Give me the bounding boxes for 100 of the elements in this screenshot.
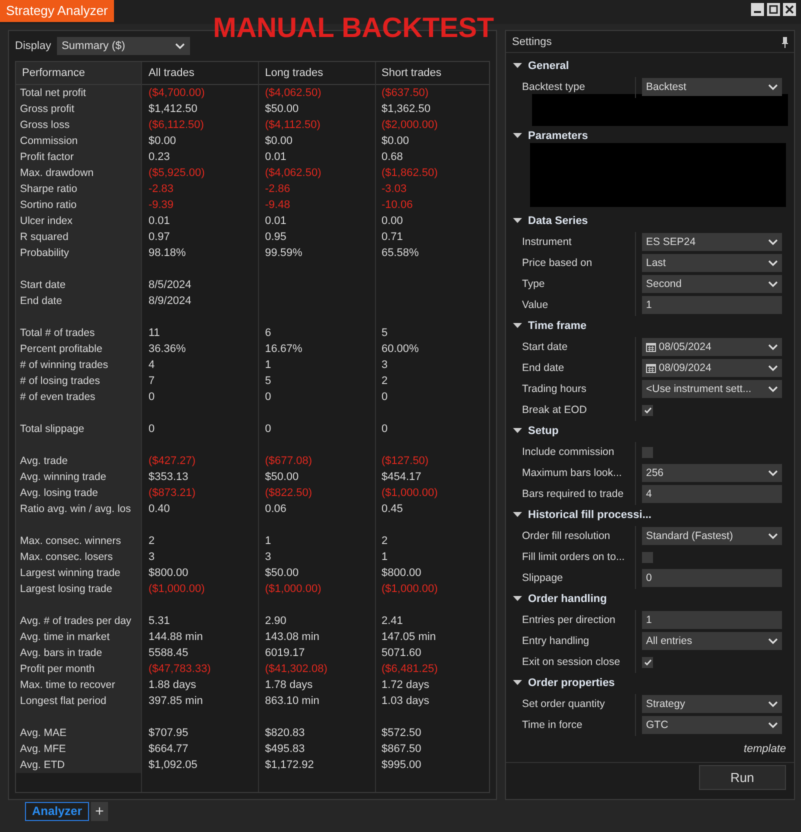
column-header[interactable]: Long trades (258, 62, 374, 84)
table-cell-text: $800.00 (380, 566, 422, 580)
table-cell-text: 2 (147, 534, 156, 548)
table-cell-text: 8/9/2024 (147, 294, 192, 308)
table-cell-text: ($6,481.25) (380, 662, 439, 676)
chevron-icon (768, 84, 778, 91)
dropdown-field[interactable]: GTC (642, 716, 782, 734)
property-label: Fill limit orders on to... (506, 546, 636, 568)
row-label: # of winning trades (19, 358, 110, 372)
column-header[interactable]: All trades (142, 62, 258, 84)
category-header[interactable]: Historical fill processi... (528, 504, 652, 526)
checkbox[interactable] (642, 656, 653, 668)
row-label: Total slippage (19, 422, 86, 436)
maximize-icon[interactable] (766, 2, 780, 16)
pin-icon[interactable] (782, 36, 788, 48)
tab[interactable]: Analyzer (25, 802, 90, 821)
table-cell-text: 0.01 (147, 214, 171, 228)
expanded-triangle-icon[interactable] (513, 680, 522, 686)
table-cell-text: ($127.50) (380, 454, 430, 468)
category-header[interactable]: Time frame (528, 316, 586, 337)
dropdown-field[interactable]: Backtest (642, 78, 782, 96)
table-cell-text: 36.36% (147, 342, 187, 356)
row-label: Avg. MAE (19, 726, 68, 740)
property-label: Slippage (506, 568, 636, 589)
table-cell-text: 0.71 (380, 230, 404, 244)
dropdown-field[interactable]: Strategy (642, 695, 782, 714)
table-cell-text: 2.90 (264, 614, 288, 628)
table-cell-text: 0.23 (147, 150, 171, 164)
input-field[interactable]: 4 (642, 485, 782, 504)
add-tab-button[interactable]: + (91, 802, 108, 821)
table-cell-text: ($4,112.50) (264, 118, 322, 132)
table-cell-text: $820.83 (264, 726, 306, 740)
expanded-triangle-icon[interactable] (513, 428, 522, 434)
expanded-triangle-icon[interactable] (513, 596, 522, 602)
table-cell-text: ($1,000.00) (380, 582, 439, 596)
dropdown-field[interactable]: Second (642, 275, 782, 294)
dropdown-field[interactable]: ES SEP24 (642, 233, 782, 252)
row-label: Avg. ETD (19, 758, 66, 772)
property-label: Start date (506, 336, 636, 358)
column-header[interactable]: Performance (16, 62, 142, 84)
row-label: Sortino ratio (19, 198, 78, 212)
table-cell-text: 1.72 days (380, 678, 430, 692)
table-cell-text: $1,092.05 (147, 758, 198, 772)
display-label: Display (15, 38, 52, 54)
minimize-icon[interactable] (751, 2, 764, 16)
display-dropdown[interactable]: Summary ($) (56, 37, 190, 55)
table-cell-text: 1 (264, 358, 272, 372)
table-cell-text: $572.50 (380, 726, 422, 740)
table-cell-text: ($873.21) (147, 486, 197, 500)
category-header[interactable]: Order handling (528, 588, 607, 610)
table-cell-text: 1.78 days (264, 678, 314, 692)
category-header[interactable]: Data Series (528, 210, 588, 232)
row-label: Avg. winning trade (19, 470, 108, 484)
table-cell-text: ($4,062.50) (264, 166, 322, 180)
table-cell-text: 0 (380, 422, 389, 436)
row-label: Avg. trade (19, 454, 69, 468)
table-cell-text: ($1,000.00) (264, 582, 322, 596)
category-header[interactable]: Setup (528, 420, 559, 442)
column-header[interactable]: Short trades (376, 62, 490, 84)
table-cell-text: -2.83 (147, 182, 175, 196)
dropdown-field[interactable]: All entries (642, 632, 782, 650)
close-icon[interactable] (782, 2, 796, 16)
table-cell-text: 0.95 (264, 230, 288, 244)
input-field[interactable]: 0 (642, 569, 782, 588)
table-cell-text: 0 (380, 390, 389, 404)
expanded-triangle-icon[interactable] (513, 63, 522, 70)
table-cell-text: 0.40 (147, 502, 171, 516)
table-cell-text: 0.01 (264, 150, 288, 164)
input-field[interactable]: 1 (642, 611, 782, 630)
category-header[interactable]: Parameters (528, 126, 588, 147)
table-cell-text: 0.45 (380, 502, 404, 516)
dropdown-field[interactable]: Last (642, 254, 782, 272)
table-cell-text: 6 (264, 326, 272, 340)
expanded-triangle-icon[interactable] (513, 512, 522, 518)
checkbox[interactable] (642, 404, 653, 416)
expanded-triangle-icon[interactable] (513, 218, 522, 224)
table-cell-text: $867.50 (380, 742, 422, 756)
date-field[interactable]: 08/05/2024 (642, 338, 782, 356)
table-cell-text: 3 (264, 550, 272, 564)
row-label: Total # of trades (19, 326, 96, 340)
checkbox[interactable] (642, 446, 653, 458)
checkbox[interactable] (642, 552, 653, 563)
category-header[interactable]: General (528, 56, 569, 77)
row-label: Sharpe ratio (19, 182, 78, 196)
expanded-triangle-icon[interactable] (513, 323, 522, 330)
property-label: Entry handling (506, 630, 636, 652)
date-field[interactable]: 08/09/2024 (642, 359, 782, 378)
expanded-triangle-icon[interactable] (513, 133, 522, 140)
template-link[interactable]: template (506, 737, 794, 762)
row-label: Percent profitable (19, 342, 104, 356)
table-cell-text: -9.39 (147, 198, 175, 212)
input-field[interactable]: 1 (642, 296, 782, 314)
dropdown-field[interactable]: Standard (Fastest) (642, 527, 782, 546)
dropdown-field[interactable]: <Use instrument sett... (642, 380, 782, 398)
table-cell-text: 0.00 (380, 214, 404, 228)
category-header[interactable]: Order properties (528, 672, 615, 694)
run-button[interactable]: Run (698, 765, 786, 790)
property-label: Type (506, 274, 636, 295)
table-cell-text: ($4,062.50) (264, 86, 322, 100)
dropdown-field[interactable]: 256 (642, 464, 782, 482)
